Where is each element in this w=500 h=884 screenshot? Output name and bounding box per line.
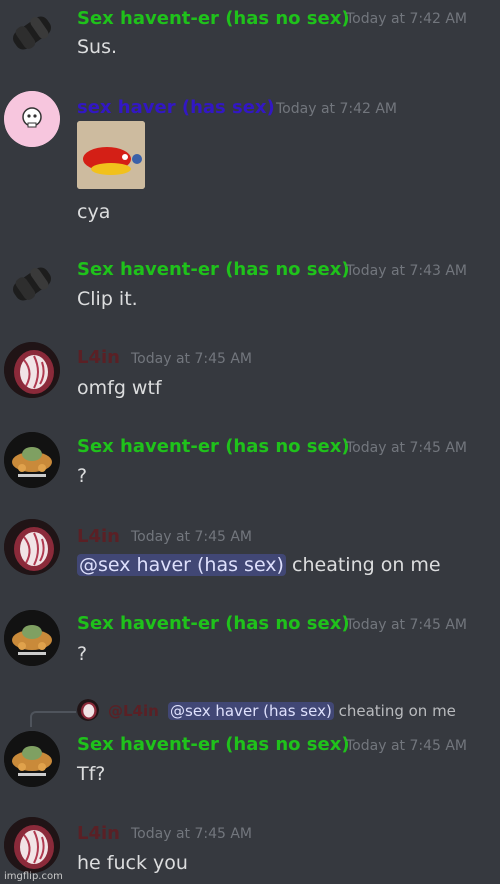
timestamp: Today at 7:45 AM (346, 738, 468, 754)
avatar[interactable] (4, 342, 60, 398)
reply-author[interactable]: @L4in (108, 702, 159, 720)
timestamp: Today at 7:45 AM (346, 440, 468, 456)
avatar[interactable] (4, 817, 60, 873)
avatar[interactable] (4, 256, 60, 312)
author-name[interactable]: Sex havent-er (has no sex) (77, 613, 350, 634)
timestamp: Today at 7:43 AM (346, 263, 468, 279)
message-text: he fuck you (77, 852, 188, 874)
message-text: ? (77, 465, 88, 487)
avatar[interactable] (4, 519, 60, 575)
message-text: cya (77, 201, 111, 223)
avatar[interactable] (4, 432, 60, 488)
timestamp: Today at 7:45 AM (131, 351, 253, 367)
author-name[interactable]: Sex havent-er (has no sex) (77, 8, 350, 29)
timestamp: Today at 7:45 AM (131, 826, 253, 842)
reply-avatar[interactable] (77, 699, 99, 721)
author-name[interactable]: Sex havent-er (has no sex) (77, 734, 350, 755)
timestamp: Today at 7:42 AM (276, 101, 398, 117)
message-text: Sus. (77, 36, 118, 58)
user-mention[interactable]: @sex haver (has sex) (168, 702, 334, 720)
reply-preview[interactable]: @sex haver (has sex) cheating on me (168, 702, 456, 720)
author-name[interactable]: sex haver (has sex) (77, 97, 275, 118)
message-text: omfg wtf (77, 377, 162, 399)
author-name[interactable]: Sex havent-er (has no sex) (77, 436, 350, 457)
reply-connector (30, 711, 76, 727)
avatar[interactable] (4, 610, 60, 666)
message-text: @sex haver (has sex) cheating on me (77, 554, 441, 576)
image-attachment[interactable] (77, 121, 145, 189)
author-name[interactable]: L4in (77, 347, 120, 368)
timestamp: Today at 7:42 AM (346, 11, 468, 27)
author-name[interactable]: L4in (77, 526, 120, 547)
timestamp: Today at 7:45 AM (131, 529, 253, 545)
timestamp: Today at 7:45 AM (346, 617, 468, 633)
avatar[interactable] (4, 91, 60, 147)
reply-text: cheating on me (338, 702, 456, 720)
author-name[interactable]: Sex havent-er (has no sex) (77, 259, 350, 280)
message-text: Tf? (77, 763, 106, 785)
message-body: cheating on me (292, 554, 441, 576)
avatar[interactable] (4, 5, 60, 61)
watermark: imgflip.com (4, 871, 63, 882)
author-name[interactable]: L4in (77, 823, 120, 844)
message-text: ? (77, 643, 88, 665)
avatar[interactable] (4, 731, 60, 787)
user-mention[interactable]: @sex haver (has sex) (77, 554, 286, 576)
message-text: Clip it. (77, 288, 138, 310)
